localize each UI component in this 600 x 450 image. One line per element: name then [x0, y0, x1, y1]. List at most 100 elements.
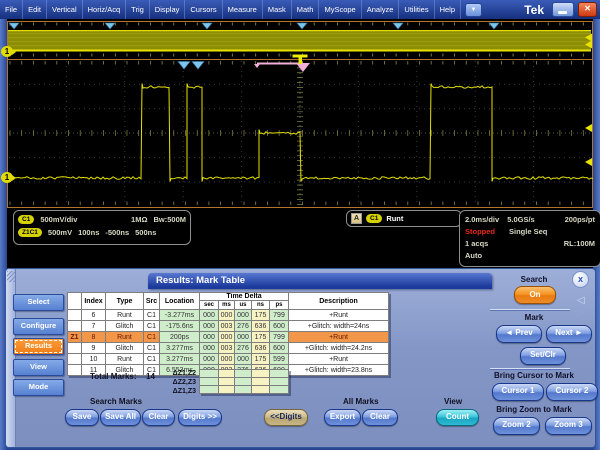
set-clear-mark-button[interactable]: Set/Clr [520, 347, 566, 365]
marker-column-header [68, 293, 82, 310]
time-unit-header: ps [270, 301, 289, 310]
divider [490, 368, 570, 369]
channel1-badge[interactable]: 1 [1, 172, 13, 183]
acquisition-count: 1 acqs [465, 239, 488, 248]
menu-mask[interactable]: Mask [263, 0, 292, 19]
menu-edit[interactable]: Edit [23, 0, 47, 19]
time-unit-header: ns [252, 301, 270, 310]
overview-waveform-window [7, 21, 593, 60]
tab-view[interactable]: View [13, 359, 64, 376]
cursor1-button[interactable]: Cursor 1 [492, 383, 544, 401]
acquisition-mode: Single Seq [509, 227, 547, 236]
menu-math[interactable]: Math [292, 0, 320, 19]
menu-items: FileEditVerticalHoriz/AcqTrigDisplayCurs… [0, 0, 461, 19]
mark-table-row[interactable]: 9GlitchC13.277ms000003276636600+Glitch: … [68, 343, 389, 354]
dialog-title: Results: Mark Table [148, 273, 492, 289]
bring-cursor-label: Bring Cursor to Mark [474, 371, 594, 380]
channel1-readout-badge[interactable]: C1 [18, 215, 34, 224]
zoom1-timebase: 100ns [78, 228, 99, 237]
mark-label: Mark [484, 313, 584, 322]
delta-label: ΔZ2,Z3 [124, 378, 196, 387]
mark-table-row[interactable]: Z18RuntC1200ps000000000175799+Runt [68, 332, 389, 343]
digits-back-button[interactable]: <<Digits [264, 409, 308, 426]
tab-results[interactable]: Results [13, 338, 64, 355]
search-marks-label: Search Marks [90, 397, 142, 406]
time-delta-header: Time Delta [200, 293, 289, 301]
menu-utilities[interactable]: Utilities [399, 0, 434, 19]
src-header: Src [144, 293, 160, 310]
location-header: Location [160, 293, 200, 310]
prev-mark-button[interactable]: ◄ Prev [496, 325, 542, 343]
clear-all-marks-button[interactable]: Clear [362, 409, 398, 426]
acquisition-status: Stopped [465, 227, 495, 236]
resize-grip-icon[interactable] [7, 271, 15, 282]
horizontal-scale: 2.0ms/div [465, 215, 499, 224]
zoom3-button[interactable]: Zoom 3 [545, 417, 592, 435]
menu-analyze[interactable]: Analyze [362, 0, 400, 19]
close-window-button[interactable]: ✕ [578, 2, 597, 17]
export-button[interactable]: Export [324, 409, 361, 426]
delta-label: ΔZ1,Z3 [124, 387, 196, 396]
channel1-bandwidth: Bw:500M [153, 215, 186, 224]
time-unit-header: us [235, 301, 252, 310]
view-label: View [444, 397, 462, 406]
delta-label: ΔZ1,Z2 [124, 369, 196, 378]
description-header: Description [289, 293, 389, 310]
tab-configure[interactable]: Configure [13, 318, 64, 335]
close-dialog-button[interactable]: x [572, 271, 589, 288]
menu-file[interactable]: File [0, 0, 23, 19]
save-button[interactable]: Save [65, 409, 99, 426]
mark-table-row[interactable]: 6RuntC1-3.277ms000000000175799+Runt [68, 310, 389, 321]
index-header: Index [82, 293, 106, 310]
zoom1-start: -500ns [105, 228, 129, 237]
save-all-button[interactable]: Save All [100, 409, 141, 426]
menu-myscope[interactable]: MyScope [319, 0, 361, 19]
resolution: 200ps/pt [565, 215, 595, 224]
tab-select[interactable]: Select [13, 294, 64, 311]
menu-measure[interactable]: Measure [223, 0, 263, 19]
zoom1-readout-badge[interactable]: Z1C1 [18, 228, 42, 237]
digits-forward-button[interactable]: Digits >> [178, 409, 222, 426]
channel1-scale: 500mV/div [40, 215, 77, 224]
menu-bar: FileEditVerticalHoriz/AcqTrigDisplayCurs… [0, 0, 600, 19]
time-unit-header: sec [200, 301, 219, 310]
cursor2-button[interactable]: Cursor 2 [546, 383, 598, 401]
menu-horizacq[interactable]: Horiz/Acq [83, 0, 127, 19]
bring-zoom-label: Bring Zoom to Mark [474, 405, 594, 414]
next-mark-button[interactable]: Next ► [546, 325, 592, 343]
search-label: Search [484, 275, 584, 284]
menu-overflow-button[interactable]: ▼ [465, 3, 482, 17]
menu-vertical[interactable]: Vertical [47, 0, 83, 19]
menu-display[interactable]: Display [150, 0, 186, 19]
minimize-button[interactable] [552, 2, 574, 17]
record-length: RL:100M [564, 239, 595, 248]
tab-mode[interactable]: Mode [13, 379, 64, 396]
zoom1-scale: 500mV [48, 228, 72, 237]
clear-search-marks-button[interactable]: Clear [142, 409, 175, 426]
zoom1-end: 500ns [135, 228, 156, 237]
delta-table [199, 369, 289, 394]
zoom2-button[interactable]: Zoom 2 [493, 417, 540, 435]
menu-help[interactable]: Help [435, 0, 461, 19]
sample-rate: 5.0GS/s [507, 215, 535, 224]
trigger-mode: Auto [465, 251, 482, 260]
divider [490, 309, 570, 310]
trigger-readout-box: A C1 Runt [346, 210, 462, 227]
search-on-button[interactable]: On [514, 286, 556, 304]
trigger-type: Runt [386, 214, 403, 223]
mark-table-row[interactable]: 7GlitchC1-175.6ns000003276636600+Glitch:… [68, 321, 389, 332]
menu-trig[interactable]: Trig [126, 0, 150, 19]
menu-cursors[interactable]: Cursors [185, 0, 222, 19]
page-left-icon[interactable]: ◁ [577, 295, 585, 306]
count-button[interactable]: Count [436, 409, 479, 426]
time-unit-header: ms [219, 301, 235, 310]
mark-table: Index Type Src Location Time Delta Descr… [67, 292, 389, 376]
horizontal-readout-box: 2.0ms/div 5.0GS/s 200ps/pt Stopped Singl… [459, 210, 600, 267]
channel-readout-box: C1 500mV/div 1MΩ Bw:500M Z1C1 500mV 100n… [13, 210, 191, 245]
minimize-icon [558, 11, 567, 14]
dialog-title-bar[interactable]: Results: Mark Table [148, 273, 492, 289]
main-waveform-window [7, 59, 593, 208]
trigger-a-icon: A [351, 213, 362, 224]
mark-table-row[interactable]: 10RuntC13.277ms000000000175599+Runt [68, 354, 389, 365]
channel1-badge[interactable]: 1 [1, 46, 13, 57]
